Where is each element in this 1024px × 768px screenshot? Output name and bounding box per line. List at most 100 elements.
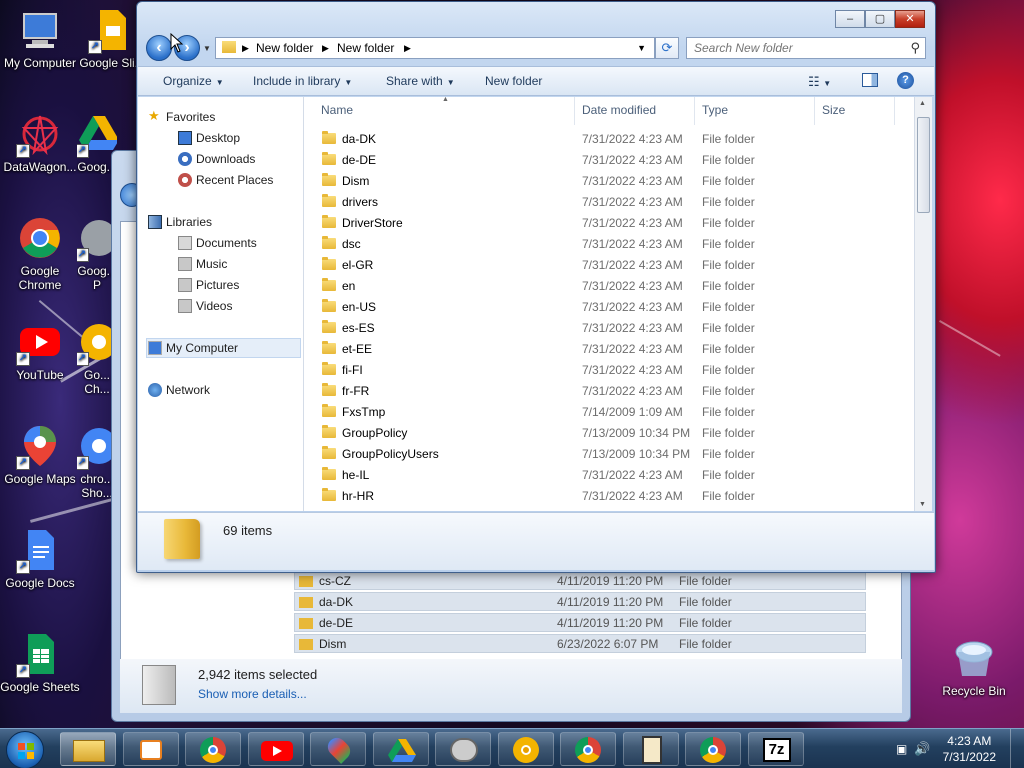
table-row[interactable]: Dism 7/31/2022 4:23 AM File folder (304, 171, 904, 192)
start-button[interactable] (6, 731, 44, 768)
column-separator[interactable] (574, 97, 575, 125)
show-more-details-link[interactable]: Show more details... (198, 687, 307, 701)
search-icon[interactable]: ⚲ (910, 40, 920, 56)
table-row[interactable]: DriverStore 7/31/2022 4:23 AM File folder (304, 213, 904, 234)
scroll-down-icon[interactable]: ▼ (919, 501, 926, 508)
table-row[interactable]: hr-HR 7/31/2022 4:23 AM File folder (304, 486, 904, 507)
recent-pages-dropdown[interactable]: ▼ (203, 44, 211, 53)
taskbar-button[interactable] (310, 732, 366, 766)
column-separator[interactable] (694, 97, 695, 125)
table-row[interactable]: he-IL 7/31/2022 4:23 AM File folder (304, 465, 904, 486)
include-in-library-button[interactable]: Include in library ▼ (253, 74, 352, 88)
breadcrumb-separator[interactable]: ▶ (322, 43, 329, 54)
table-row[interactable]: et-EE 7/31/2022 4:23 AM File folder (304, 339, 904, 360)
scroll-up-icon[interactable]: ▲ (919, 100, 926, 107)
refresh-button[interactable]: ⟳ (655, 37, 679, 59)
maximize-button[interactable]: ▢ (865, 10, 895, 28)
breadcrumb-item[interactable]: New folder (337, 41, 394, 55)
close-button[interactable]: ✕ (895, 10, 925, 28)
column-header-type[interactable]: Type (702, 103, 728, 117)
explorer-window[interactable]: – ▢ ✕ ‹ › ▼ ▶ New folder ▶ New folder ▶ … (136, 1, 936, 573)
file-date: 7/31/2022 4:23 AM (582, 300, 683, 314)
address-bar[interactable]: ▶ New folder ▶ New folder ▶ ▼ (215, 37, 655, 59)
column-header-size[interactable]: Size (822, 103, 845, 117)
preview-pane-icon[interactable] (862, 73, 878, 87)
table-row[interactable]: en-US 7/31/2022 4:23 AM File folder (304, 297, 904, 318)
column-separator[interactable] (894, 97, 895, 125)
clock[interactable]: 4:23 AM 7/31/2022 (943, 733, 996, 765)
taskbar-button[interactable] (122, 732, 179, 766)
nav-videos[interactable]: Videos (178, 299, 232, 313)
new-folder-button[interactable]: New folder (485, 74, 542, 88)
desktop-icon-datawagon[interactable]: ↗ DataWagon... (0, 112, 80, 174)
taskbar-button[interactable] (185, 732, 241, 766)
search-box[interactable]: ⚲ (686, 37, 926, 59)
share-with-button[interactable]: Share with ▼ (386, 74, 455, 88)
breadcrumb-separator[interactable]: ▶ (404, 43, 411, 54)
taskbar-button[interactable] (497, 732, 554, 766)
column-separator[interactable] (814, 97, 815, 125)
taskbar-button[interactable] (372, 732, 430, 767)
search-input[interactable] (694, 41, 904, 55)
nav-favorites[interactable]: ★ Favorites (148, 108, 215, 124)
desktop-icon-youtube[interactable]: ↗ YouTube (0, 320, 80, 382)
table-row[interactable]: de-DE 7/31/2022 4:23 AM File folder (304, 150, 904, 171)
taskbar-button[interactable]: 7z (747, 732, 804, 766)
table-row[interactable]: FxsTmp 7/14/2009 1:09 AM File folder (304, 402, 904, 423)
desktop-icon-recycle-bin[interactable]: Recycle Bin (934, 636, 1014, 698)
folder-icon (299, 618, 313, 629)
nav-recent-places[interactable]: Recent Places (178, 173, 273, 187)
table-row[interactable]: cs-CZ 4/11/2019 11:20 PM File folder (294, 571, 866, 590)
table-row[interactable]: fi-FI 7/31/2022 4:23 AM File folder (304, 360, 904, 381)
table-row[interactable]: fr-FR 7/31/2022 4:23 AM File folder (304, 381, 904, 402)
nav-documents[interactable]: Documents (178, 236, 257, 250)
nav-libraries[interactable]: Libraries (148, 215, 212, 229)
scrollbar-thumb[interactable] (917, 117, 930, 213)
network-status-icon[interactable]: ▣ (896, 742, 907, 756)
table-row[interactable]: da-DK 4/11/2019 11:20 PM File folder (294, 592, 866, 611)
taskbar-button[interactable] (622, 732, 679, 766)
table-row[interactable]: el-GR 7/31/2022 4:23 AM File folder (304, 255, 904, 276)
table-row[interactable]: de-DE 4/11/2019 11:20 PM File folder (294, 613, 866, 632)
taskbar-button[interactable] (60, 732, 116, 766)
help-icon[interactable]: ? (897, 72, 914, 89)
desktop-icon-my-computer[interactable]: My Computer (0, 8, 80, 70)
desktop-icon-google-docs[interactable]: ↗ Google Docs (0, 528, 80, 590)
breadcrumb-separator[interactable]: ▶ (242, 43, 249, 54)
nav-desktop[interactable]: Desktop (178, 131, 240, 145)
desktop-icon-google-maps[interactable]: ↗ Google Maps (0, 424, 80, 486)
table-row[interactable]: dsc 7/31/2022 4:23 AM File folder (304, 234, 904, 255)
address-dropdown-icon[interactable]: ▼ (637, 43, 646, 53)
table-row[interactable]: GroupPolicyUsers 7/13/2009 10:34 PM File f… (304, 444, 904, 465)
desktop-icon-google-chrome[interactable]: Google Chrome (0, 216, 80, 292)
file-date: 7/31/2022 4:23 AM (582, 153, 683, 167)
taskbar-button[interactable] (247, 732, 304, 766)
desktop-icon-google-sheets[interactable]: ↗ Google Sheets (0, 632, 80, 694)
file-name: es-ES (342, 321, 375, 335)
minimize-button[interactable]: – (835, 10, 865, 28)
table-row[interactable]: en 7/31/2022 4:23 AM File folder (304, 276, 904, 297)
table-row[interactable]: es-ES 7/31/2022 4:23 AM File folder (304, 318, 904, 339)
show-desktop-button[interactable] (1010, 729, 1024, 768)
nav-music[interactable]: Music (178, 257, 227, 271)
google-drive-icon (374, 733, 430, 767)
vertical-scrollbar[interactable]: ▲ ▼ (914, 97, 932, 511)
organize-button[interactable]: Organize ▼ (163, 74, 224, 88)
nav-downloads[interactable]: Downloads (178, 152, 255, 166)
back-button[interactable]: ‹ (146, 35, 172, 61)
nav-network[interactable]: Network (148, 383, 210, 397)
nav-my-computer[interactable]: My Computer (148, 341, 238, 355)
view-options-icon[interactable]: ☷ ▼ (808, 74, 831, 90)
volume-icon[interactable]: 🔊 (914, 741, 930, 757)
column-header-date[interactable]: Date modified (582, 103, 656, 117)
column-header-name[interactable]: Name (321, 103, 353, 117)
breadcrumb-item[interactable]: New folder (256, 41, 313, 55)
taskbar-button[interactable] (560, 732, 616, 766)
nav-pictures[interactable]: Pictures (178, 278, 239, 292)
table-row[interactable]: drivers 7/31/2022 4:23 AM File folder (304, 192, 904, 213)
taskbar-button[interactable] (685, 732, 741, 766)
table-row[interactable]: Dism 6/23/2022 6:07 PM File folder (294, 634, 866, 653)
table-row[interactable]: GroupPolicy 7/13/2009 10:34 PM File folder (304, 423, 904, 444)
taskbar-button[interactable] (435, 732, 491, 766)
table-row[interactable]: da-DK 7/31/2022 4:23 AM File folder (304, 129, 904, 150)
